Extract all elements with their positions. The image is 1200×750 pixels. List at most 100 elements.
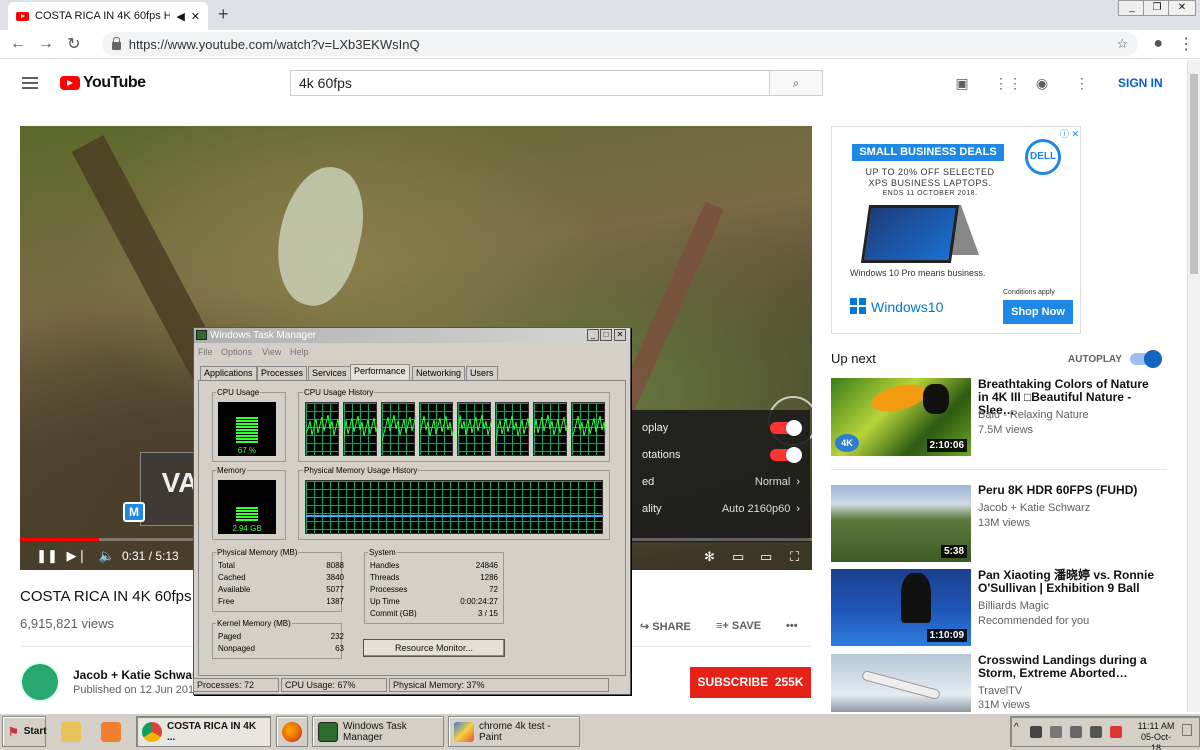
search-input[interactable]: 4k 60fps (290, 70, 770, 96)
url-field[interactable]: https://www.youtube.com/watch?v=LXb3EKWs… (101, 32, 1139, 56)
menu-options[interactable]: Options (221, 347, 252, 357)
taskbar-firefox[interactable] (276, 716, 308, 747)
profile-icon[interactable]: ● (1144, 35, 1172, 53)
tray-expand-icon[interactable]: ^ (1014, 722, 1019, 733)
subscriber-count: 255K (774, 675, 804, 689)
new-tab-button[interactable]: + (218, 4, 229, 25)
restore-button[interactable]: ❐ (1143, 0, 1171, 16)
address-bar: ← → ↻ https://www.youtube.com/watch?v=LX… (0, 30, 1200, 59)
pause-icon[interactable]: ❚❚ (32, 548, 62, 564)
fullscreen-icon[interactable]: ⛶ (790, 549, 799, 565)
related-video-title[interactable]: Pan Xiaoting 潘晓婷 vs. Ronnie O'Sullivan |… (978, 569, 1156, 595)
save-button[interactable]: ≡+ SAVE (716, 620, 761, 632)
ad-conditions: Conditions apply (1003, 289, 1055, 296)
tray-app-icon[interactable] (1030, 726, 1042, 738)
tab-users[interactable]: Users (466, 366, 498, 380)
quicklaunch-media[interactable] (96, 716, 130, 747)
video-thumbnail[interactable]: 5:38 (831, 485, 971, 562)
volume-icon[interactable]: 🔈 (92, 548, 122, 564)
tab-services[interactable]: Services (308, 366, 351, 380)
video-thumbnail[interactable]: 4K 2:10:06 (831, 378, 971, 456)
taskbar-paint[interactable]: chrome 4k test - Paint (448, 716, 580, 747)
endcard-badge: M (123, 502, 145, 522)
menu-help[interactable]: Help (290, 347, 309, 357)
stat-key: Free (218, 597, 235, 606)
channel-name[interactable]: Jacob + Katie Schwarz (73, 668, 203, 682)
theater-mode-icon[interactable]: ▭ (760, 549, 772, 565)
network-icon[interactable] (1070, 726, 1082, 738)
related-views: Recommended for you (978, 615, 1090, 627)
tab-processes[interactable]: Processes (257, 366, 308, 380)
view-count: 6,915,821 views (20, 616, 114, 631)
bookmark-star-icon[interactable]: ☆ (1117, 36, 1129, 52)
tab-performance[interactable]: Performance (350, 364, 410, 381)
shop-now-button[interactable]: Shop Now (1003, 300, 1073, 324)
sign-in-button[interactable]: SIGN IN (1118, 76, 1163, 90)
quicklaunch-explorer[interactable] (56, 716, 92, 747)
related-video-title[interactable]: Peru 8K HDR 60FPS (FUHD) (978, 484, 1156, 497)
clock[interactable]: 11:11 AM 05-Oct-18 (1136, 721, 1176, 750)
channel-avatar[interactable] (20, 662, 60, 702)
cpu-history-line (419, 415, 455, 437)
windows-logo-icon (850, 298, 866, 314)
reload-icon[interactable]: ↻ (60, 34, 88, 54)
messages-icon[interactable]: ◉ (1034, 76, 1050, 90)
autoplay-toggle[interactable] (770, 419, 802, 436)
tab-applications[interactable]: Applications (200, 366, 257, 380)
volume-icon[interactable] (1090, 726, 1102, 738)
minimize-button[interactable]: _ (1118, 0, 1146, 16)
flag-icon[interactable] (1050, 726, 1062, 738)
tm-maximize-button[interactable]: □ (600, 329, 612, 341)
apps-grid-icon[interactable]: ⋮⋮ (994, 76, 1022, 90)
taskbar-chrome[interactable]: COSTA RICA IN 4K ... (136, 716, 271, 747)
create-video-icon[interactable]: ▣ (954, 76, 970, 90)
settings-row-speed[interactable]: ed Normal › (632, 468, 810, 495)
taskbar-task-manager[interactable]: Windows Task Manager (312, 716, 444, 747)
settings-row-autoplay[interactable]: oplay (632, 414, 810, 441)
stat-value: 0:00:24:27 (460, 597, 498, 606)
tab-title: COSTA RICA IN 4K 60fps HDR ( (35, 10, 171, 22)
youtube-logo[interactable]: YouTube (60, 74, 146, 92)
antivirus-icon[interactable] (1110, 726, 1122, 738)
video-thumbnail[interactable] (831, 654, 971, 712)
settings-row-annotations[interactable]: otations (632, 441, 810, 468)
task-manager-titlebar[interactable]: Windows Task Manager (194, 328, 630, 343)
browser-tab[interactable]: COSTA RICA IN 4K 60fps HDR ( ◀ ✕ (8, 2, 208, 30)
save-label: SAVE (731, 620, 762, 632)
forward-icon[interactable]: → (32, 35, 60, 53)
share-button[interactable]: ↪ SHARE (640, 620, 691, 633)
video-thumbnail[interactable]: 1:10:09 (831, 569, 971, 646)
subscribe-label: SUBSCRIBE (697, 675, 769, 689)
guide-menu-icon[interactable] (22, 77, 38, 89)
menu-view[interactable]: View (262, 347, 281, 357)
settings-row-quality[interactable]: ality Auto 2160p60 › (632, 495, 810, 522)
memory-meter: 2.94 GB (218, 480, 276, 534)
related-video-title[interactable]: Crosswind Landings during a Storm, Extre… (978, 654, 1156, 680)
tab-close-icon[interactable]: ✕ (191, 10, 200, 23)
tab-networking[interactable]: Networking (412, 366, 466, 380)
tm-minimize-button[interactable]: _ (587, 329, 599, 341)
show-desktop-button[interactable] (1182, 724, 1192, 736)
memory-history-line (306, 515, 604, 517)
ad-info-icon[interactable]: ⓘ ✕ (1060, 127, 1079, 140)
next-icon[interactable]: ▶❘ (62, 548, 92, 564)
search-button[interactable]: ⌕ (769, 70, 823, 96)
settings-more-icon[interactable]: ⋮ (1074, 76, 1090, 90)
tm-close-button[interactable]: ✕ (614, 329, 626, 341)
close-window-button[interactable]: ✕ (1168, 0, 1196, 16)
menu-file[interactable]: File (198, 347, 213, 357)
memory-history-graph (305, 480, 604, 534)
miniplayer-icon[interactable]: ▭ (732, 549, 744, 565)
settings-gear-icon[interactable]: ✻ (704, 549, 715, 565)
autoplay-toggle[interactable] (1130, 350, 1162, 368)
start-button[interactable]: ⚑ Start (2, 716, 47, 747)
settings-menu: oplay otations ed Normal › ality Auto 21… (632, 410, 810, 542)
annotations-toggle[interactable] (770, 446, 802, 463)
chrome-menu-icon[interactable]: ⋮ (1172, 34, 1200, 54)
resource-monitor-button[interactable]: Resource Monitor... (363, 639, 505, 657)
scrollbar-thumb[interactable] (1190, 74, 1198, 274)
more-actions-button[interactable]: ••• (786, 620, 798, 632)
stat-value: 1286 (480, 573, 498, 582)
back-icon[interactable]: ← (4, 35, 32, 53)
subscribe-button[interactable]: SUBSCRIBE 255K (690, 667, 811, 698)
